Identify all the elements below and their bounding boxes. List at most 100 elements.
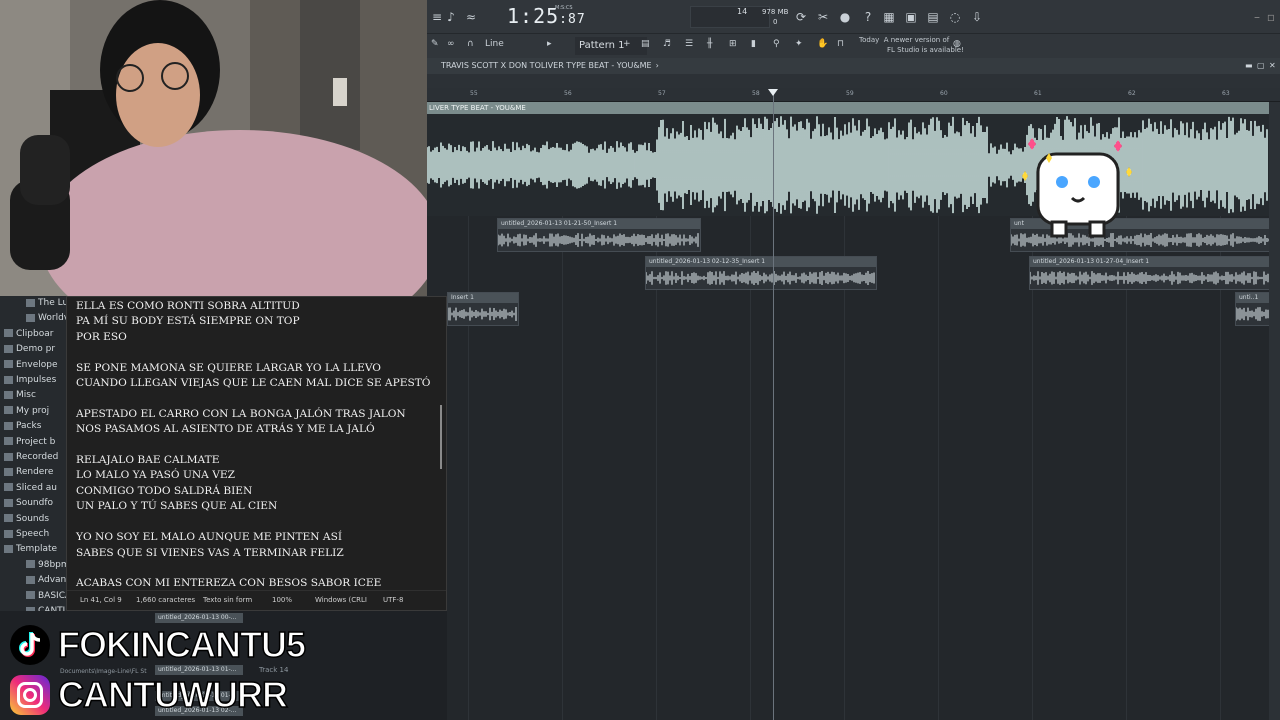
audio-clip-header[interactable]: LIVER TYPE BEAT - YOU&ME: [427, 102, 1269, 114]
browser-item[interactable]: Rendere: [4, 467, 53, 477]
update-news[interactable]: Today A newer version of FL Studio is ava…: [859, 35, 964, 55]
refresh-icon[interactable]: ⟳: [793, 9, 809, 25]
audio-clip-waveform[interactable]: [426, 114, 1269, 216]
browser-item[interactable]: Speech: [4, 529, 49, 539]
cut-icon[interactable]: ✂: [815, 9, 831, 25]
browser-icon[interactable]: ⊞: [729, 39, 737, 49]
piano-roll-icon[interactable]: ♬: [663, 39, 671, 49]
browser-item[interactable]: 98bpm: [26, 560, 70, 570]
clip-waveform: [448, 307, 517, 321]
mic-icon[interactable]: ●: [837, 9, 853, 25]
tiktok-icon: [10, 625, 50, 665]
browser-item-label: Soundfo: [16, 498, 54, 509]
lyrics-text[interactable]: ELLA ES COMO RONTI SOBRA ALTITUD PA MÍ S…: [76, 299, 430, 592]
globe-icon[interactable]: ◍: [953, 39, 961, 49]
plugin-icon[interactable]: ▮: [751, 39, 756, 49]
wave-icon[interactable]: ≈: [463, 9, 479, 25]
snap-select[interactable]: Line: [485, 39, 504, 49]
browser-item-label: Rendere: [16, 467, 54, 478]
maximize-icon[interactable]: ▫: [1263, 9, 1279, 25]
browser-item[interactable]: My proj: [4, 406, 49, 416]
browser-item[interactable]: BASICA: [26, 591, 71, 601]
screen: ≡ ♪ ≈ 1:25:87 M:S:CS 14 978 MB 0 ⟳ ✂ ● ? …: [0, 0, 1280, 720]
browser-item[interactable]: Demo pr: [4, 344, 55, 354]
download-icon[interactable]: ⇩: [969, 9, 985, 25]
browser-item[interactable]: Template: [4, 544, 57, 554]
folder-icon: [4, 437, 13, 446]
browser-item[interactable]: Clipboar: [4, 329, 53, 339]
chat-icon[interactable]: ◌: [947, 9, 963, 25]
tempo-panel[interactable]: [690, 6, 770, 28]
browser-item[interactable]: Packs: [4, 421, 41, 431]
mini-clip[interactable]: untitled_2026-01-13 00-...: [155, 613, 243, 623]
play-mode-icon[interactable]: ♪: [443, 9, 459, 25]
tempo-tap-icon[interactable]: ✦: [795, 39, 803, 49]
chevron-right-icon: ›: [655, 61, 659, 70]
folder-icon: [4, 529, 13, 538]
cart-icon[interactable]: ⊓: [837, 39, 844, 49]
browser-item-label: Recorded: [16, 452, 59, 462]
song-position-display[interactable]: 1:25:87: [507, 4, 586, 28]
playlist-overview[interactable]: [427, 74, 1280, 88]
help-icon[interactable]: ?: [860, 9, 876, 25]
mixer-view-icon[interactable]: ╫: [707, 39, 712, 49]
fl-second-toolbar: ✎ ∞ ∩ Line ▸ Pattern 1 + ▤ ♬ ☰ ╫ ⊞ ▮ ⚲ ✦…: [427, 34, 1280, 58]
playhead-marker[interactable]: [768, 89, 778, 96]
playlist-area[interactable]: 55 56 57 58 59 60 61 62 63 LIVER TYPE BEAT - YOU…: [426, 74, 1280, 720]
window-close-icon[interactable]: ✕: [1269, 58, 1276, 74]
playhead-line[interactable]: [773, 92, 774, 720]
browser-item[interactable]: The Lu: [26, 298, 68, 308]
browser-item-label: Clipboar: [16, 328, 54, 339]
browser-item[interactable]: Recorded: [4, 452, 58, 462]
plug-icon[interactable]: ⚲: [773, 39, 780, 49]
line-ending: Windows (CRLI: [315, 596, 367, 604]
render-icon[interactable]: ▤: [925, 9, 941, 25]
browser-item[interactable]: Soundfo: [4, 498, 53, 508]
notepad-statusbar: Ln 41, Col 9 1,660 caracteres Texto sin …: [67, 590, 446, 610]
clip-waveform: [1030, 271, 1279, 285]
browser-item[interactable]: Worldv: [26, 313, 69, 323]
notepad-window[interactable]: ELLA ES COMO RONTI SOBRA ALTITUD PA MÍ S…: [66, 296, 447, 611]
webcam-overlay: [0, 0, 427, 296]
browser-item-label: Impulses: [16, 375, 57, 385]
browser-item[interactable]: Impulses: [4, 375, 56, 385]
playlist-icon[interactable]: ▤: [641, 39, 650, 49]
timeline-ruler[interactable]: 55 56 57 58 59 60 61 62 63: [427, 88, 1280, 102]
browser-item[interactable]: Project b: [4, 437, 55, 447]
hand-icon[interactable]: ✋: [817, 39, 828, 49]
window-max-icon[interactable]: ▢: [1257, 58, 1265, 74]
add-pattern-icon[interactable]: +: [623, 39, 631, 49]
magnet-icon[interactable]: ∩: [467, 39, 474, 49]
ruler-mark: 61: [1034, 90, 1042, 97]
save-icon[interactable]: ▣: [903, 9, 919, 25]
clip-waveform: [498, 233, 699, 247]
text-format: Texto sin form: [203, 596, 253, 604]
webcam-image: [0, 0, 427, 296]
notepad-scrollbar[interactable]: [440, 405, 442, 469]
channel-rack-icon[interactable]: ☰: [685, 39, 693, 49]
browser-item-label: Worldv: [38, 313, 70, 324]
zoom-level[interactable]: 100%: [272, 596, 292, 604]
instagram-handle-block: CANTUWURR: [10, 673, 289, 716]
browser-item[interactable]: Misc: [4, 390, 36, 400]
browser-item[interactable]: Envelope: [4, 360, 58, 370]
play-arrow-icon[interactable]: ▸: [547, 39, 552, 49]
mixer-icon[interactable]: ▦: [881, 9, 897, 25]
waveform-graphic: [426, 116, 1268, 214]
audio-clip[interactable]: untitled_2026-01-13 02-12-35_Insert 1: [645, 256, 877, 290]
clip-label: Insert 1: [448, 293, 518, 303]
audio-clip[interactable]: untitled_2026-01-13 01-21-50_Insert 1: [497, 218, 701, 252]
browser-item-label: Envelope: [16, 359, 58, 370]
browser-item[interactable]: Sliced au: [4, 483, 57, 493]
link-icon[interactable]: ∞: [447, 39, 455, 49]
pattern-selector[interactable]: Pattern 1: [575, 37, 647, 55]
fl-browser-sidebar: The Lu Worldv Clipboar Demo pr Envelope Impul…: [0, 296, 71, 631]
playlist-scrollbar[interactable]: [1269, 102, 1280, 720]
browser-item[interactable]: Advan: [26, 575, 66, 585]
pencil-icon[interactable]: ✎: [431, 39, 439, 49]
memory-value: 978 MB: [762, 8, 789, 16]
audio-clip[interactable]: untitled_2026-01-13 01-27-04_Insert 1: [1029, 256, 1280, 290]
window-min-icon[interactable]: ▬: [1245, 58, 1253, 74]
browser-item[interactable]: Sounds: [4, 514, 49, 524]
audio-clip[interactable]: Insert 1: [447, 292, 519, 326]
